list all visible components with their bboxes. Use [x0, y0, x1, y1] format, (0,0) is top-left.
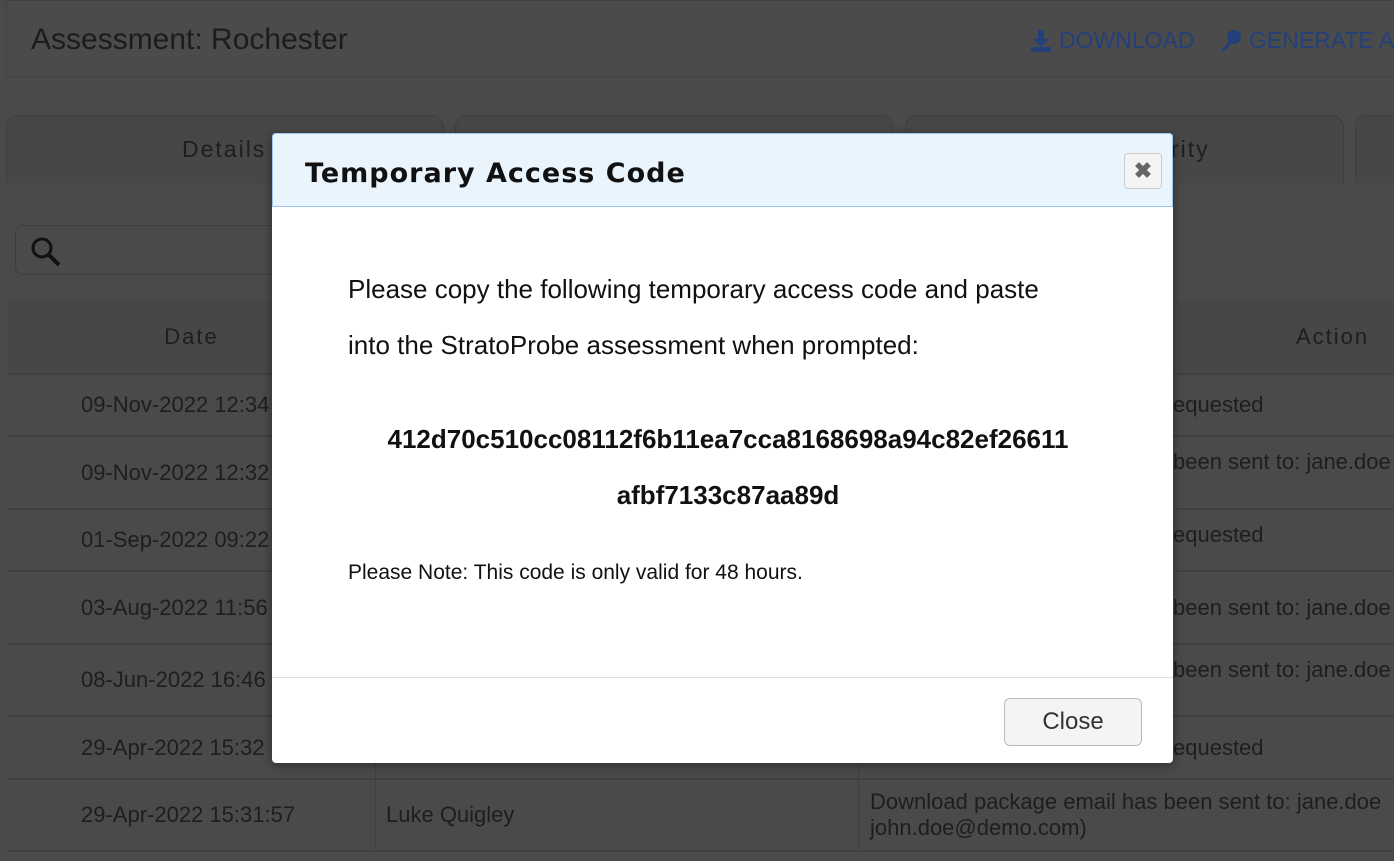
search-icon: [31, 237, 61, 267]
tab-label: Details: [182, 136, 267, 162]
page-title: Assessment: Rochester: [31, 23, 348, 56]
download-label: DOWNLOAD: [1059, 27, 1195, 53]
dialog-body: Please copy the following temporary acce…: [348, 261, 1108, 585]
close-button[interactable]: Close: [1004, 698, 1142, 746]
generate-label: GENERATE A: [1249, 27, 1394, 53]
page-header: Assessment: Rochester DOWNLOAD GENERATE …: [6, 0, 1394, 77]
instruction-line-1: Please copy the following temporary acce…: [348, 274, 1039, 304]
tab-4[interactable]: [1355, 115, 1394, 183]
access-code-part-2[interactable]: afbf7133c87aa89d: [348, 467, 1108, 523]
validity-note: Please Note: This code is only valid for…: [348, 561, 803, 584]
instruction-line-2: into the StratoProbe assessment when pro…: [348, 330, 919, 360]
dialog-header: Temporary Access Code ✖: [272, 133, 1173, 207]
dialog-title: Temporary Access Code: [305, 158, 686, 189]
close-icon[interactable]: ✖: [1124, 153, 1162, 189]
tab-label: rity: [1171, 136, 1210, 162]
access-code-dialog: Temporary Access Code ✖ Please copy the …: [272, 133, 1173, 763]
access-code-part-1[interactable]: 412d70c510cc08112f6b11ea7cca8168698a94c8…: [348, 411, 1108, 467]
header-action: Action: [1296, 323, 1370, 349]
access-code[interactable]: 412d70c510cc08112f6b11ea7cca8168698a94c8…: [348, 411, 1108, 523]
dialog-footer-divider: [272, 677, 1173, 678]
cell-action: Download package email has been sent to:…: [870, 789, 1382, 840]
cell-date: 29-Apr-2022 15:31:57: [8, 780, 376, 850]
download-button[interactable]: DOWNLOAD: [1029, 27, 1194, 54]
table-row: 29-Apr-2022 15:31:57 Luke Quigley Downlo…: [8, 780, 1394, 852]
cell-user: Luke Quigley: [376, 780, 859, 850]
key-icon: [1221, 29, 1241, 52]
download-icon: [1031, 29, 1051, 52]
generate-access-code-button[interactable]: GENERATE A: [1219, 27, 1394, 54]
